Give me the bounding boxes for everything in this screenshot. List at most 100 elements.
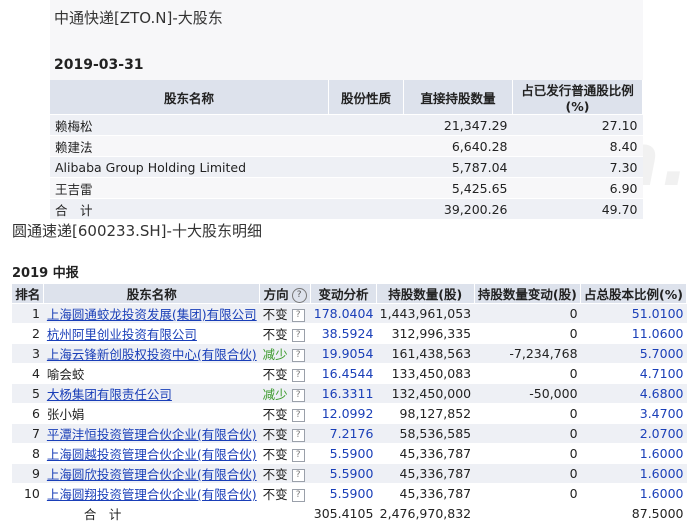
- shareholder-link[interactable]: 平潭沣恒投资管理合伙企业(有限合伙): [47, 427, 257, 442]
- rank: 8: [12, 443, 44, 464]
- direction: 不变: [262, 467, 288, 482]
- section2-title: 圆通速递[600233.SH]-十大股东明细: [12, 222, 262, 240]
- shares-count: 1,443,961,053: [376, 303, 475, 324]
- shareholder-name: 王吉雷: [50, 177, 329, 199]
- shareholder-link[interactable]: 大杨集团有限责任公司: [47, 387, 172, 402]
- col-header-rank: 排名: [12, 284, 45, 304]
- direction-cell: 不变 ?: [259, 483, 311, 504]
- shares-ratio: 3.4700: [580, 403, 687, 424]
- shares-change: -7,234,768: [474, 343, 581, 364]
- col-header-shares: 直接持股数量: [403, 80, 513, 115]
- shares-count: 45,336,787: [376, 483, 475, 504]
- table-row: 赖梅松 21,347.29 27.10: [50, 114, 643, 136]
- table-row: 10 上海圆翔投资管理合伙企业(有限合伙) 不变 ? 5.5900 45,336,787…: [12, 483, 687, 504]
- col-header-analysis: 变动分析: [310, 284, 377, 304]
- rank: 10: [12, 483, 44, 504]
- section2-date: 2019 中报: [12, 266, 79, 281]
- direction: 不变: [262, 427, 288, 442]
- col-header-type: 股份性质: [328, 80, 404, 115]
- shares-ratio: 4.6800: [580, 383, 687, 404]
- col-header-ratio: 占已发行普通股比例(%): [512, 80, 643, 115]
- question-icon[interactable]: ?: [291, 309, 305, 322]
- table-row: 赖建法 6,640.28 8.40: [50, 135, 643, 157]
- shares-ratio: 27.10: [512, 114, 643, 136]
- total-change: [474, 503, 581, 523]
- shareholder-link[interactable]: 杭州阿里创业投资有限公司: [47, 327, 197, 342]
- shares-ratio: 51.0100: [580, 303, 687, 324]
- direction: 不变: [262, 307, 288, 322]
- shares-count: 5,787.04: [403, 156, 513, 178]
- share-type: [328, 114, 404, 136]
- shares-change: 0: [474, 483, 581, 504]
- shareholder-link[interactable]: 上海圆翔投资管理合伙企业(有限合伙): [47, 487, 257, 502]
- shares-ratio: 5.7000: [580, 343, 687, 364]
- total-label: 合 计: [43, 503, 260, 523]
- total-type: [328, 198, 404, 219]
- question-icon[interactable]: ?: [291, 329, 305, 342]
- rank: 1: [12, 303, 44, 324]
- change-analysis: 16.3311: [310, 383, 377, 404]
- total-direction: [259, 503, 311, 523]
- shares-ratio: 11.0600: [580, 323, 687, 344]
- table-row: 3 上海云锋新创股权投资中心(有限合伙) 减少 ? 19.9054 161,438,56…: [12, 343, 687, 364]
- question-icon[interactable]: ?: [291, 429, 305, 442]
- shares-ratio: 7.30: [512, 156, 643, 178]
- question-icon[interactable]: ?: [291, 409, 305, 422]
- shareholder-name: 赖建法: [50, 135, 329, 157]
- rank: 5: [12, 383, 44, 404]
- shareholder-link[interactable]: 上海圆通蛟龙投资发展(集团)有限公司: [47, 307, 257, 322]
- shareholder-link[interactable]: 上海圆越投资管理合伙企业(有限合伙): [47, 447, 257, 462]
- shareholder-link[interactable]: 上海圆欣投资管理合伙企业(有限合伙): [47, 467, 257, 482]
- table-row: Alibaba Group Holding Limited 5,787.04 7.3…: [50, 156, 643, 178]
- table-row: 2 杭州阿里创业投资有限公司 不变 ? 38.5924 312,996,335 0 11.0…: [12, 323, 687, 344]
- table-row: 王吉雷 5,425.65 6.90: [50, 177, 643, 199]
- shareholder-link[interactable]: 上海云锋新创股权投资中心(有限合伙): [47, 347, 257, 362]
- direction-cell: 不变 ?: [259, 463, 311, 484]
- question-icon[interactable]: ?: [291, 449, 305, 462]
- total-ratio: 87.5000: [580, 503, 687, 523]
- shares-count: 98,127,852: [376, 403, 475, 424]
- help-icon[interactable]: ?: [291, 288, 307, 303]
- col-header-shares: 持股数量(股): [376, 284, 475, 304]
- table-row: 8 上海圆越投资管理合伙企业(有限合伙) 不变 ? 5.5900 45,336,787 0…: [12, 443, 687, 464]
- direction: 不变: [262, 407, 288, 422]
- total-shares: 2,476,970,832: [376, 503, 475, 523]
- question-icon[interactable]: ?: [291, 369, 305, 382]
- shares-count: 133,450,083: [376, 363, 475, 384]
- total-rank: [12, 503, 44, 523]
- shares-ratio: 2.0700: [580, 423, 687, 444]
- direction: 减少: [262, 387, 288, 402]
- major-shareholders-table: 股东名称 股份性质 直接持股数量 占已发行普通股比例(%) 赖梅松 21,347.…: [50, 80, 643, 219]
- table-row: 1 上海圆通蛟龙投资发展(集团)有限公司 不变 ? 178.0404 1,443,961…: [12, 303, 687, 324]
- name-cell: 喻会蛟: [43, 363, 260, 384]
- name-cell: 上海圆越投资管理合伙企业(有限合伙): [43, 443, 260, 464]
- direction-cell: 不变 ?: [259, 303, 311, 324]
- question-icon[interactable]: ?: [291, 489, 305, 502]
- name-cell: 上海云锋新创股权投资中心(有限合伙): [43, 343, 260, 364]
- direction-cell: 减少 ?: [259, 383, 311, 404]
- col-header-change: 持股数量变动(股): [474, 284, 582, 304]
- shares-change: 0: [474, 363, 581, 384]
- change-analysis: 16.4544: [310, 363, 377, 384]
- shares-count: 58,536,585: [376, 423, 475, 444]
- col-header-name: 股东名称: [50, 80, 329, 115]
- question-icon[interactable]: ?: [291, 349, 305, 362]
- direction: 减少: [262, 347, 288, 362]
- name-cell: 杭州阿里创业投资有限公司: [43, 323, 260, 344]
- total-row: 合 计 305.4105 2,476,970,832 87.5000: [12, 503, 687, 523]
- shares-count: 161,438,563: [376, 343, 475, 364]
- direction: 不变: [262, 447, 288, 462]
- shares-change: 0: [474, 303, 581, 324]
- direction: 不变: [262, 487, 288, 502]
- change-analysis: 12.0992: [310, 403, 377, 424]
- total-analysis: 305.4105: [310, 503, 377, 523]
- shareholder-name: 赖梅松: [50, 114, 329, 136]
- change-analysis: 5.5900: [310, 483, 377, 504]
- rank: 9: [12, 463, 44, 484]
- shares-change: -50,000: [474, 383, 581, 404]
- direction-cell: 不变 ?: [259, 323, 311, 344]
- shares-count: 6,640.28: [403, 135, 513, 157]
- question-icon[interactable]: ?: [291, 389, 305, 402]
- question-icon[interactable]: ?: [291, 469, 305, 482]
- rank: 2: [12, 323, 44, 344]
